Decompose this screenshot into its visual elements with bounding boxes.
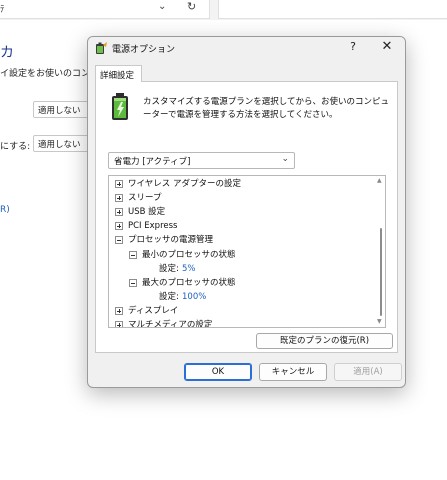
expand-icon[interactable] [115, 194, 123, 202]
power-options-icon [96, 42, 107, 54]
settings-panel: カスタマイズする電源プランを選択してから、お使いのコンピューターで電源を管理する… [95, 81, 398, 353]
power-plan-select[interactable]: 省電力 [アクティブ] ⌄ [108, 152, 295, 169]
panel-description: カスタマイズする電源プランを選択してから、お使いのコンピューターで電源を管理する… [143, 97, 389, 120]
battery-icon [112, 93, 128, 120]
apply-button[interactable]: 適用(A) [334, 363, 402, 381]
scroll-down-icon[interactable]: ▼ [377, 318, 382, 325]
expand-icon[interactable] [115, 180, 123, 188]
dialog-titlebar[interactable]: 電源オプション ? ✕ [88, 37, 405, 59]
background-select-1[interactable]: 適用しない [33, 101, 93, 118]
power-options-dialog: 電源オプション ? ✕ 詳細設定 カスタマイズする電源プランを選択してから、お使… [87, 36, 406, 388]
address-bar[interactable]: ﾃ ⌄ ↻ [0, 0, 210, 19]
restore-defaults-button[interactable]: 既定のプランの復元(R) [256, 333, 393, 349]
tree-scrollbar[interactable]: ▲ ▼ [376, 176, 385, 327]
dialog-title: 電源オプション [112, 45, 176, 55]
refresh-icon[interactable]: ↻ [187, 0, 196, 13]
chevron-down-icon[interactable]: ⌄ [158, 1, 166, 12]
collapse-icon[interactable] [115, 236, 123, 244]
background-toolbar: ﾃ ⌄ ↻ [0, 0, 447, 20]
search-box[interactable] [218, 0, 447, 19]
expand-icon[interactable] [115, 208, 123, 216]
tab-advanced-settings[interactable]: 詳細設定 [95, 65, 142, 82]
setting-value-link[interactable]: 5% [182, 262, 196, 276]
background-select-2[interactable]: 適用しない [33, 135, 93, 152]
background-row-label: にする: [0, 142, 31, 152]
scroll-up-icon[interactable]: ▲ [377, 177, 382, 184]
expand-icon[interactable] [115, 307, 123, 315]
close-button[interactable]: ✕ [376, 39, 398, 57]
address-text: ﾃ [0, 5, 5, 15]
help-button[interactable]: ? [343, 40, 363, 56]
power-plan-selected: 省電力 [アクティブ] [114, 157, 191, 167]
setting-value-link[interactable]: 100% [182, 290, 206, 304]
scroll-thumb[interactable] [380, 228, 382, 316]
cancel-button[interactable]: キャンセル [259, 363, 327, 381]
background-link[interactable]: R) [0, 205, 10, 215]
background-heading: カ [0, 45, 14, 61]
expand-icon[interactable] [115, 321, 123, 327]
background-description: イ設定をお使いのコンピ [0, 69, 100, 79]
ok-button[interactable]: OK [184, 363, 252, 381]
collapse-icon[interactable] [129, 251, 137, 259]
settings-tree[interactable]: ワイヤレス アダプターの設定 スリープ USB 設定 PCI Express プ… [108, 175, 386, 328]
collapse-icon[interactable] [129, 279, 137, 287]
expand-icon[interactable] [115, 222, 123, 230]
chevron-down-icon: ⌄ [281, 154, 289, 164]
